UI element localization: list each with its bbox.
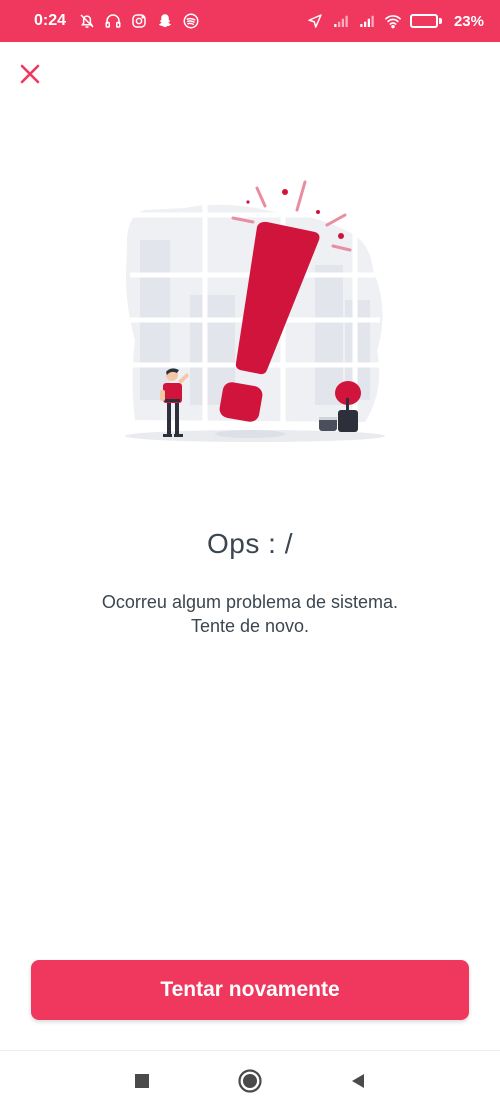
signal-icon	[358, 12, 376, 30]
wifi-icon	[384, 12, 402, 30]
recent-apps-button[interactable]	[129, 1068, 155, 1094]
status-bar-left: 0:24	[34, 12, 200, 30]
back-icon	[352, 1074, 364, 1088]
status-time: 0:24	[34, 12, 67, 29]
back-button[interactable]	[345, 1068, 371, 1094]
recent-apps-icon	[135, 1074, 149, 1088]
battery-icon	[409, 14, 442, 28]
location-icon	[306, 12, 324, 30]
error-message: Ocorreu algum problema de sistema. Tente…	[60, 590, 440, 638]
status-bar: 0:24 23%	[0, 0, 500, 42]
snapchat-icon	[156, 12, 174, 30]
notifications-off-icon	[78, 12, 96, 30]
home-icon	[238, 1069, 262, 1093]
retry-button[interactable]: Tentar novamente	[31, 960, 469, 1020]
system-navigation-bar	[0, 1050, 500, 1111]
home-button[interactable]	[237, 1068, 263, 1094]
status-bar-right: 23%	[306, 12, 484, 30]
spotify-icon	[182, 12, 200, 30]
error-screen: 0:24 23% Ops: / Ocorreu algum problema …	[0, 0, 500, 1111]
battery-percentage: 23%	[453, 12, 484, 30]
error-message-line: Ocorreu algum problema de sistema.	[101, 592, 399, 612]
headphones-icon	[104, 12, 122, 30]
instagram-icon	[130, 12, 148, 30]
error-title: Ops : /	[207, 528, 293, 559]
error-exclamation-illustration	[125, 180, 385, 442]
error-message-line: Tente de novo.	[190, 616, 310, 636]
close-button[interactable]	[14, 58, 46, 90]
close-icon	[20, 64, 40, 84]
signal-icon	[332, 12, 350, 30]
